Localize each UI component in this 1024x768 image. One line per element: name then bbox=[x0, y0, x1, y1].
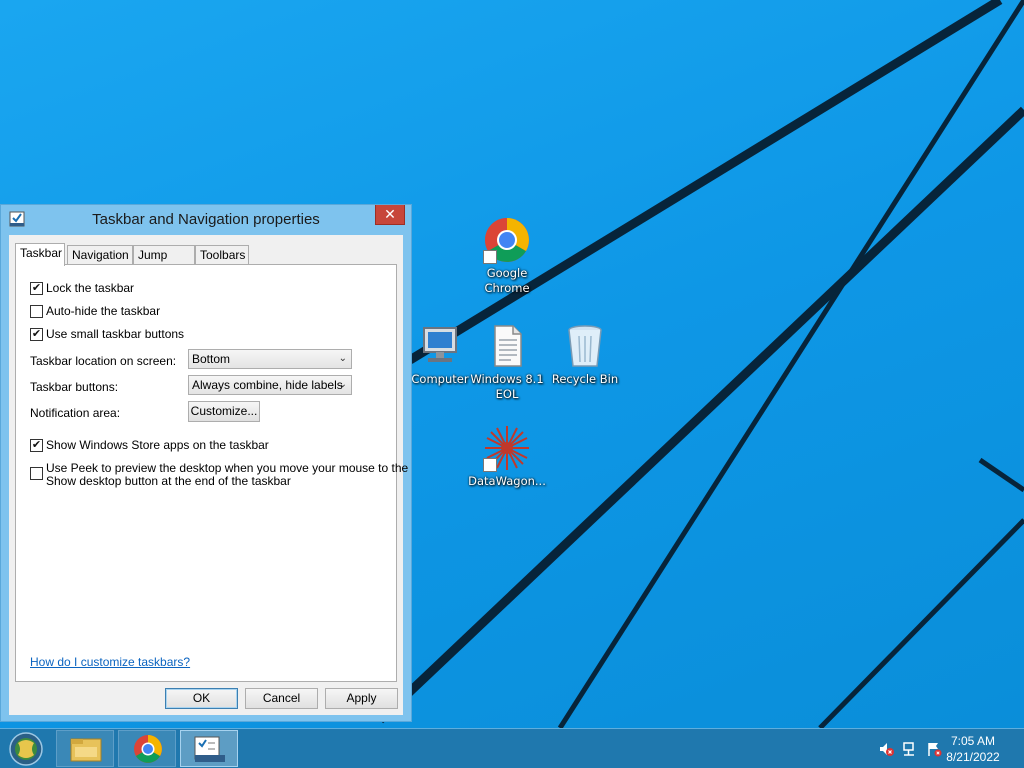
notification-label: Notification area: bbox=[30, 406, 121, 420]
shortcut-arrow-icon bbox=[483, 458, 497, 472]
tab-jump-lists[interactable]: Jump Lists bbox=[133, 245, 195, 280]
datawagon-icon bbox=[483, 424, 531, 472]
buttons-label: Taskbar buttons: bbox=[30, 380, 119, 394]
chevron-down-icon: ⌄ bbox=[338, 379, 347, 390]
chrome-icon bbox=[483, 216, 531, 264]
taskbar-buttons-value: Always combine, hide labels bbox=[192, 378, 343, 392]
customize-button[interactable]: Customize... bbox=[188, 401, 260, 422]
taskbar-properties[interactable] bbox=[180, 730, 238, 767]
checkbox-label-line1: Use Peek to preview the desktop when you… bbox=[46, 461, 409, 475]
dialog-titlebar[interactable]: Taskbar and Navigation properties ✕ bbox=[1, 205, 411, 235]
ok-button[interactable]: OK bbox=[165, 688, 238, 709]
checkbox-label: Show Windows Store apps on the taskbar bbox=[46, 438, 269, 452]
dialog-title: Taskbar and Navigation properties bbox=[92, 211, 320, 228]
checkbox-label: Lock the taskbar bbox=[46, 281, 135, 295]
checkbox-label-line2: Show desktop button at the end of the ta… bbox=[46, 474, 291, 488]
taskbar-chrome[interactable] bbox=[118, 730, 176, 767]
chevron-down-icon: ⌄ bbox=[338, 353, 347, 364]
dialog-client: Taskbar Navigation Jump Lists Toolbars L… bbox=[9, 235, 408, 715]
volume-muted-icon[interactable] bbox=[878, 741, 894, 757]
clock[interactable]: 7:05 AM 8/21/2022 bbox=[938, 733, 1008, 765]
taskbar: 7:05 AM 8/21/2022 bbox=[0, 728, 1024, 768]
tab-toolbars[interactable]: Toolbars bbox=[195, 245, 249, 265]
desktop-icon-label: DataWagon... bbox=[468, 474, 546, 488]
checkbox-box[interactable] bbox=[30, 467, 43, 480]
close-button[interactable]: ✕ bbox=[375, 205, 405, 225]
file-explorer-icon bbox=[70, 738, 102, 762]
taskbar-buttons-select[interactable]: Always combine, hide labels ⌄ bbox=[188, 375, 352, 395]
text-file-icon bbox=[483, 322, 531, 370]
location-select[interactable]: Bottom ⌄ bbox=[188, 349, 352, 369]
desktop-icon-recycle-bin[interactable]: Recycle Bin bbox=[545, 322, 625, 387]
taskbar-properties-dialog: Taskbar and Navigation properties ✕ Task… bbox=[0, 204, 412, 722]
desktop-icon-datawagon[interactable]: DataWagon... bbox=[467, 424, 547, 489]
desktop-icon-label: Recycle Bin bbox=[551, 372, 619, 386]
location-value: Bottom bbox=[192, 352, 231, 366]
shortcut-arrow-icon bbox=[483, 250, 497, 264]
checkbox-box[interactable] bbox=[30, 439, 43, 452]
cancel-button[interactable]: Cancel bbox=[245, 688, 318, 709]
desktop-icon-windows-eol[interactable]: Windows 8.1 EOL bbox=[467, 322, 547, 402]
recycle-bin-icon bbox=[561, 322, 609, 370]
chrome-icon bbox=[134, 735, 162, 763]
network-icon[interactable] bbox=[902, 741, 918, 757]
help-link[interactable]: How do I customize taskbars? bbox=[30, 655, 190, 669]
desktop-icon-google-chrome[interactable]: Google Chrome bbox=[467, 216, 547, 296]
checkbox-box[interactable] bbox=[30, 328, 43, 341]
desktop-icon-label: Windows 8.1 EOL bbox=[470, 372, 544, 401]
desktop-icon-label: Google Chrome bbox=[484, 266, 530, 295]
location-label: Taskbar location on screen: bbox=[30, 354, 177, 368]
start-button[interactable] bbox=[6, 731, 46, 767]
computer-icon bbox=[416, 322, 464, 370]
checkbox-label: Use small taskbar buttons bbox=[46, 327, 185, 341]
clock-time: 7:05 AM bbox=[950, 734, 996, 748]
taskbar-tab-panel: Lock the taskbar Auto-hide the taskbar U… bbox=[15, 264, 408, 682]
checkbox-label: Auto-hide the taskbar bbox=[46, 304, 161, 318]
taskbar-file-explorer[interactable] bbox=[56, 730, 114, 767]
apply-button[interactable]: Apply bbox=[325, 688, 398, 709]
system-tray: 7:05 AM 8/21/2022 bbox=[864, 729, 1024, 768]
tab-navigation[interactable]: Navigation bbox=[67, 245, 133, 265]
checkbox-box[interactable] bbox=[30, 305, 43, 318]
tab-taskbar[interactable]: Taskbar bbox=[15, 243, 65, 266]
taskbar-properties-icon bbox=[194, 736, 225, 762]
checkbox-box[interactable] bbox=[30, 282, 43, 295]
clock-date: 8/21/2022 bbox=[946, 750, 1000, 764]
